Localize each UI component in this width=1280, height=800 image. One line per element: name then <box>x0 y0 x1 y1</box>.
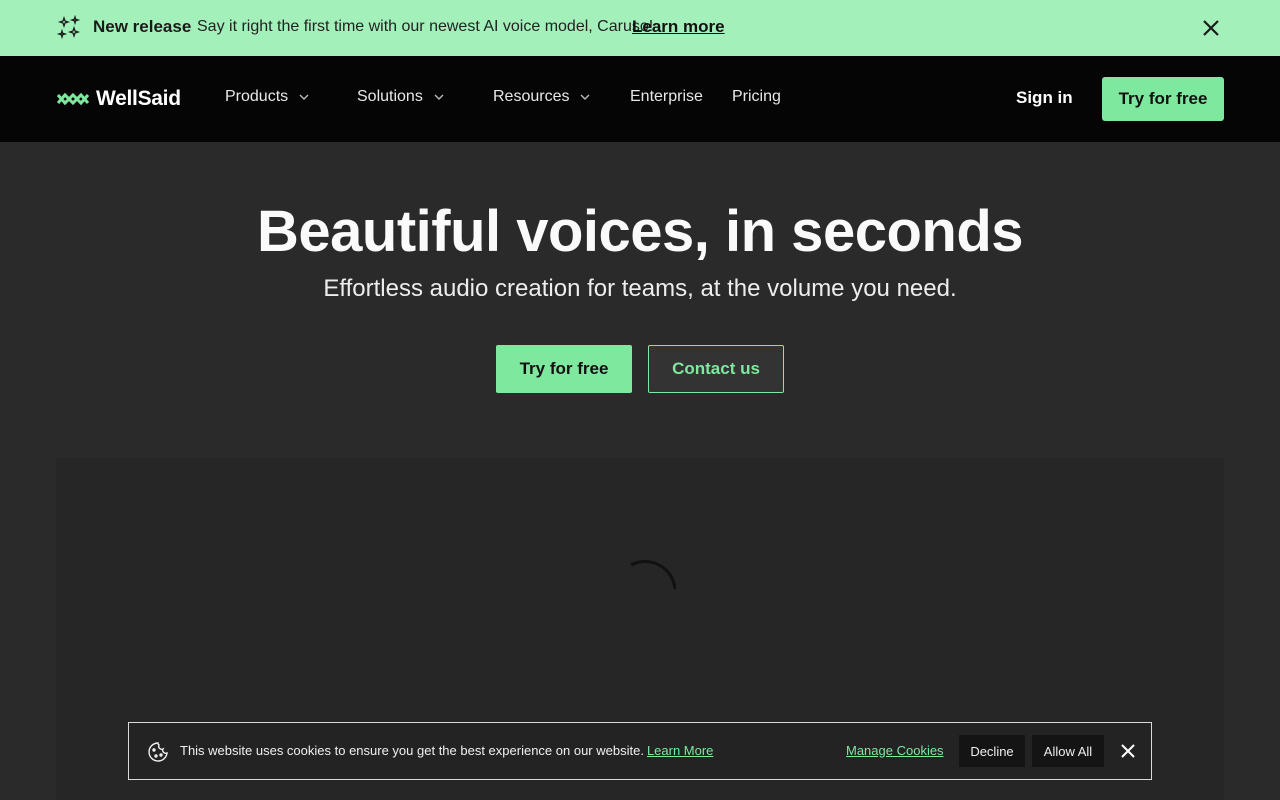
announcement-bar: New release Say it right the first time … <box>0 0 1280 56</box>
cookie-icon <box>148 742 168 762</box>
decline-cookies-button[interactable]: Decline <box>959 735 1025 767</box>
manage-cookies-link[interactable]: Manage Cookies <box>846 743 944 758</box>
cookie-text: This website uses cookies to ensure you … <box>180 743 713 758</box>
main-nav: WellSaid Products Solutions Resources En… <box>0 56 1280 142</box>
chevron-down-icon <box>299 94 309 100</box>
nav-try-free-button[interactable]: Try for free <box>1102 77 1224 121</box>
nav-resources[interactable]: Resources <box>493 88 591 106</box>
close-icon[interactable] <box>1119 742 1137 760</box>
sign-in-link[interactable]: Sign in <box>1016 88 1073 108</box>
close-icon[interactable] <box>1199 16 1223 40</box>
sparkle-icon <box>56 15 81 40</box>
cookie-message: This website uses cookies to ensure you … <box>180 743 644 758</box>
announcement-message: Say it right the first time with our new… <box>197 18 654 35</box>
nav-item-label: Resources <box>493 88 570 105</box>
nav-item-label: Enterprise <box>630 88 703 105</box>
nav-products[interactable]: Products <box>225 88 310 106</box>
loading-spinner-icon <box>630 559 677 590</box>
cookie-learn-more-link[interactable]: Learn More <box>647 743 713 758</box>
announcement-learn-more-link[interactable]: Learn more <box>632 17 725 37</box>
hero-try-free-button[interactable]: Try for free <box>496 345 632 393</box>
hero-title: Beautiful voices, in seconds <box>257 199 1024 264</box>
nav-enterprise[interactable]: Enterprise <box>630 88 703 106</box>
brand-logo[interactable]: WellSaid <box>56 86 181 112</box>
nav-item-label: Pricing <box>732 88 781 105</box>
brand-name: WellSaid <box>96 87 181 110</box>
allow-all-cookies-button[interactable]: Allow All <box>1032 735 1104 767</box>
nav-item-label: Products <box>225 88 289 105</box>
hero-contact-button[interactable]: Contact us <box>648 345 784 393</box>
chevron-down-icon <box>434 94 444 100</box>
nav-pricing[interactable]: Pricing <box>732 88 781 106</box>
cookie-banner: This website uses cookies to ensure you … <box>128 722 1152 780</box>
announcement-tag: New release <box>93 17 192 36</box>
wellsaid-logo-icon <box>56 92 90 106</box>
chevron-down-icon <box>580 94 590 100</box>
nav-solutions[interactable]: Solutions <box>357 88 445 106</box>
hero-subtitle: Effortless audio creation for teams, at … <box>323 275 957 302</box>
nav-item-label: Solutions <box>357 88 423 105</box>
hero-section: Beautiful voices, in seconds Effortless … <box>0 142 1280 800</box>
